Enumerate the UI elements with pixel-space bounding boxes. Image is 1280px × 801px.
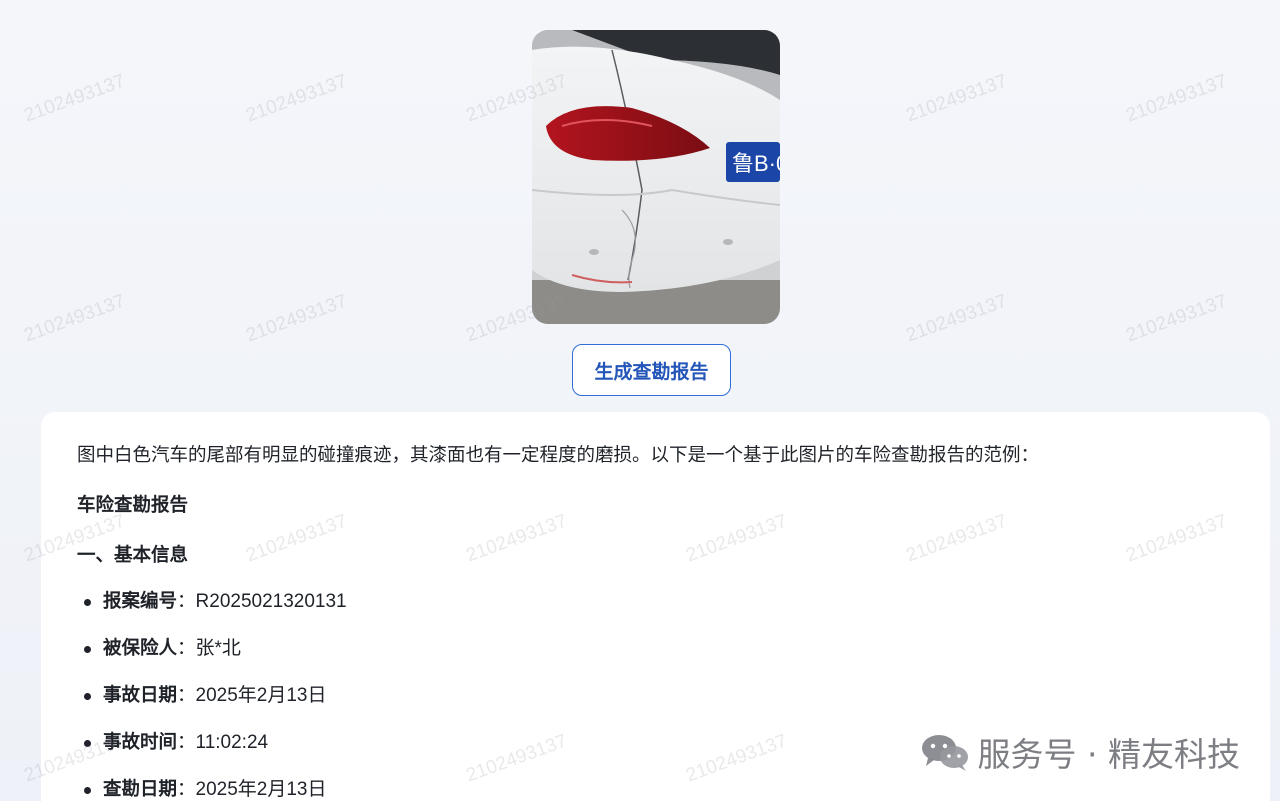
info-separator: ： [177,638,196,659]
info-separator: ： [177,685,196,706]
section-title-basic-info: 一、基本信息 [77,545,189,566]
info-value: 张*北 [195,638,241,659]
info-separator: ： [177,732,196,753]
license-plate-text: 鲁B·00 [732,151,780,176]
generate-report-button[interactable]: 生成查勘报告 [572,344,731,396]
info-value: 2025年2月13日 [195,779,327,800]
info-key: 事故时间 [103,732,178,753]
info-value: 2025年2月13日 [195,685,327,706]
list-item: 事故日期：2025年2月13日 [77,684,1234,731]
list-item: 查勘日期：2025年2月13日 [77,778,1234,801]
watermark: 2102493137 [1123,290,1230,347]
info-value: 11:02:24 [195,732,269,753]
info-value: R2025021320131 [195,591,347,612]
watermark: 2102493137 [1123,70,1230,127]
info-key: 被保险人 [103,638,178,659]
info-key: 报案编号 [103,591,178,612]
wechat-icon [921,735,968,771]
watermark: 2102493137 [21,290,128,347]
info-separator: ： [177,779,196,800]
car-damage-photo[interactable]: 鲁B·00 [532,30,780,324]
watermark: 2102493137 [21,70,128,127]
watermark: 2102493137 [903,70,1010,127]
info-key: 查勘日期 [103,779,178,800]
list-item: 被保险人：张*北 [77,637,1234,684]
info-separator: ： [177,591,196,612]
watermark: 2102493137 [243,290,350,347]
report-title: 车险查勘报告 [77,495,189,516]
list-item: 报案编号：R2025021320131 [77,590,1234,637]
watermark: 2102493137 [903,290,1010,347]
service-account-badge: 服务号 · 精友科技 [920,728,1240,776]
badge-text: 服务号 · 精友科技 [977,735,1240,774]
info-key: 事故日期 [103,685,178,706]
report-intro: 图中白色汽车的尾部有明显的碰撞痕迹，其漆面也有一定程度的磨损。以下是一个基于此图… [77,445,1040,466]
watermark: 2102493137 [243,70,350,127]
